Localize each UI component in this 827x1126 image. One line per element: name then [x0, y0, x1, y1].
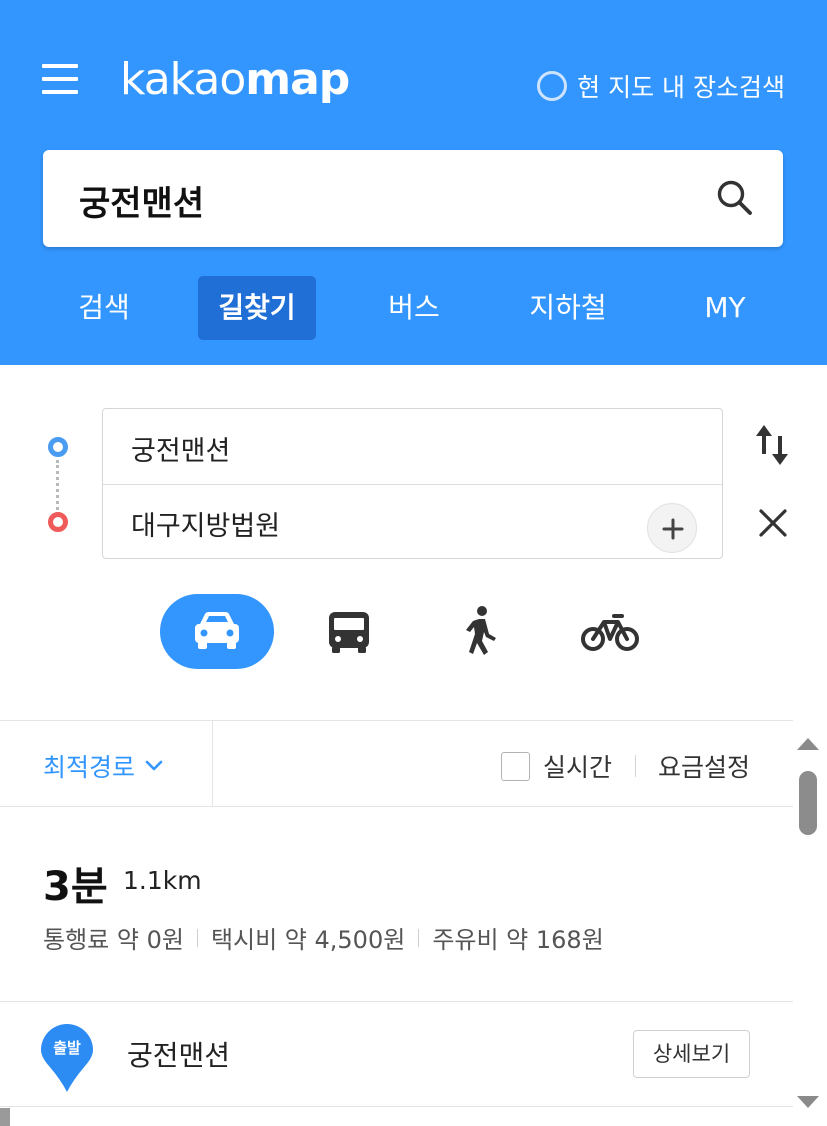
- walk-icon: [466, 606, 496, 655]
- car-icon: [195, 612, 239, 649]
- origin-dot-icon: [48, 437, 68, 457]
- step-place-name: 궁전맨션: [127, 1039, 231, 1072]
- search-icon[interactable]: [715, 178, 755, 218]
- edge-marker: [0, 1108, 10, 1126]
- route-summary[interactable]: 3분 1.1km 통행료 약 0원 택시비 약 4,500원 주유비 약 168…: [0, 808, 793, 1001]
- list-item[interactable]: 출발 궁전맨션 상세보기: [0, 1002, 793, 1106]
- swap-icon[interactable]: [752, 422, 792, 468]
- scroll-up-arrow-icon[interactable]: [797, 738, 819, 750]
- fuel-cost: 주유비 약 168원: [432, 926, 604, 954]
- realtime-label[interactable]: 실시간: [543, 748, 612, 784]
- search-box[interactable]: 궁전맨션: [43, 150, 783, 247]
- route-type-dropdown[interactable]: 최적경로: [43, 748, 163, 784]
- tab-my[interactable]: MY: [690, 276, 760, 340]
- destination-dot-icon: [48, 512, 68, 532]
- options-separator: [635, 755, 636, 777]
- kakaomap-logo[interactable]: kakaomap: [120, 54, 350, 105]
- travel-distance: 1.1km: [123, 866, 202, 895]
- scroll-thumb[interactable]: [799, 771, 817, 835]
- route-inputs: 궁전맨션 대구지방법원: [102, 408, 723, 559]
- map-area-search-label: 현 지도 내 장소검색: [577, 73, 785, 102]
- cost-separator: [196, 928, 198, 947]
- route-connector: [56, 460, 60, 510]
- scrollbar[interactable]: [793, 720, 827, 1126]
- tab-bus[interactable]: 버스: [370, 276, 458, 340]
- mode-car-button[interactable]: [160, 594, 274, 669]
- taxi-cost: 택시비 약 4,500원: [210, 926, 406, 954]
- main-tabs: 검색 길찾기 버스 지하철 MY: [0, 276, 827, 340]
- travel-time: 3분: [43, 864, 108, 910]
- list-divider: [0, 1106, 793, 1107]
- tab-search[interactable]: 검색: [62, 276, 146, 340]
- route-input-divider: [103, 484, 722, 485]
- start-pin-icon: [41, 1024, 93, 1092]
- tab-directions[interactable]: 길찾기: [198, 276, 316, 340]
- map-area-search-toggle[interactable]: 현 지도 내 장소검색: [537, 68, 785, 104]
- chevron-down-icon: [145, 760, 163, 771]
- search-input[interactable]: 궁전맨션: [79, 176, 204, 225]
- origin-input[interactable]: 궁전맨션: [131, 429, 230, 468]
- mode-walk-button[interactable]: [455, 594, 505, 669]
- realtime-checkbox[interactable]: [501, 752, 530, 781]
- mode-bike-button[interactable]: [578, 594, 642, 669]
- menu-icon[interactable]: [42, 64, 78, 94]
- radio-circle-icon: [537, 71, 568, 101]
- toll-cost: 통행료 약 0원: [43, 926, 184, 954]
- plus-icon: [662, 518, 684, 540]
- mode-bus-button[interactable]: [322, 594, 376, 669]
- header: kakaomap 현 지도 내 장소검색 궁전맨션 검색 길찾기 버스 지하철 …: [0, 0, 827, 365]
- bike-icon: [581, 614, 639, 651]
- bus-icon: [329, 612, 369, 653]
- tab-subway[interactable]: 지하철: [516, 276, 620, 340]
- add-waypoint-button[interactable]: [647, 503, 697, 553]
- start-badge-label: 출발: [53, 1039, 81, 1057]
- cost-info: 통행료 약 0원 택시비 약 4,500원 주유비 약 168원: [43, 920, 604, 955]
- close-icon[interactable]: [757, 507, 789, 539]
- fare-setting-button[interactable]: 요금설정: [658, 748, 750, 784]
- destination-input[interactable]: 대구지방법원: [131, 504, 280, 543]
- route-options-bar: 최적경로 실시간 요금설정: [0, 720, 793, 807]
- route-type-label: 최적경로: [43, 753, 136, 782]
- cost-separator: [418, 928, 420, 947]
- options-divider: [212, 721, 213, 807]
- scroll-down-arrow-icon[interactable]: [797, 1096, 819, 1108]
- view-details-button[interactable]: 상세보기: [633, 1030, 750, 1078]
